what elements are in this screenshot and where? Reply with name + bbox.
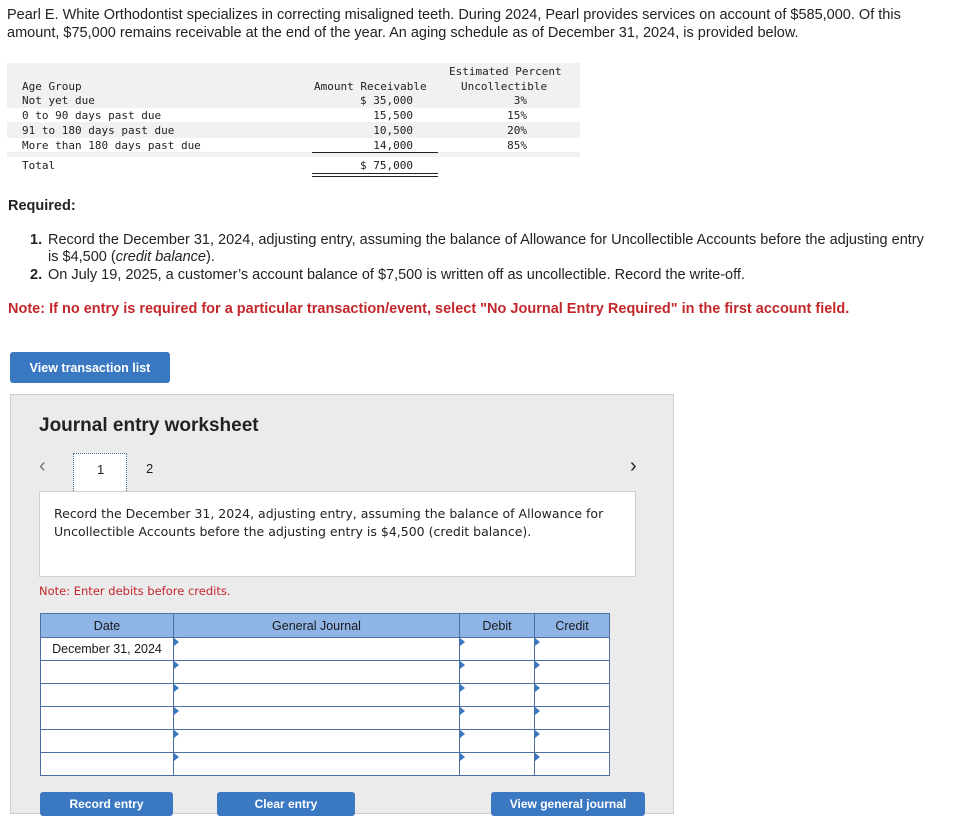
requirement-text-end: ). [206, 249, 215, 265]
account-select[interactable] [173, 752, 460, 776]
aging-percent-cell: 3% [513, 94, 527, 107]
col-header-general-journal: General Journal [173, 613, 460, 638]
account-select[interactable] [173, 706, 460, 730]
journal-row [40, 752, 610, 776]
date-input[interactable] [40, 706, 174, 730]
header-amount-receivable: Amount Receivable [314, 80, 427, 93]
total-double-underline [312, 176, 438, 177]
aging-percent-cell: 20% [507, 124, 527, 137]
debit-input[interactable] [459, 637, 535, 661]
date-input[interactable]: December 31, 2024 [40, 637, 174, 661]
debit-input[interactable] [459, 660, 535, 684]
journal-row [40, 683, 610, 707]
aging-amount-cell: 15,500 [373, 109, 413, 122]
aging-age-cell: 0 to 90 days past due [22, 109, 162, 122]
col-header-credit: Credit [534, 613, 610, 638]
account-select[interactable] [173, 729, 460, 753]
aging-row: More than 180 days past due 14,000 85% [7, 138, 580, 153]
required-heading: Required: [8, 198, 76, 214]
aging-row: Not yet due $ 35,000 3% [7, 93, 580, 108]
debits-note: Note: Enter debits before credits. [39, 584, 231, 598]
view-general-journal-button[interactable]: View general journal [491, 792, 645, 816]
record-entry-button[interactable]: Record entry [40, 792, 173, 816]
col-header-date: Date [40, 613, 174, 638]
requirement-text: On July 19, 2025, a customer’s account b… [48, 267, 745, 283]
aging-total-row: Total $ 75,000 [7, 157, 580, 177]
view-transaction-list-button[interactable]: View transaction list [10, 352, 170, 383]
aging-age-cell: Not yet due [22, 94, 95, 107]
chevron-right-icon[interactable]: › [630, 455, 637, 478]
aging-amount-cell: $ 35,000 [360, 94, 413, 107]
debit-input[interactable] [459, 683, 535, 707]
date-input[interactable] [40, 660, 174, 684]
aging-percent-cell: 85% [507, 139, 527, 152]
header-uncollectible: Uncollectible [461, 80, 548, 93]
journal-row [40, 706, 610, 730]
date-input[interactable] [40, 729, 174, 753]
col-header-debit: Debit [459, 613, 535, 638]
credit-input[interactable] [534, 637, 610, 661]
debit-input[interactable] [459, 706, 535, 730]
chevron-left-icon[interactable]: ‹ [39, 455, 46, 478]
aging-amount-cell: 10,500 [373, 124, 413, 137]
journal-entry-worksheet: Journal entry worksheet ‹ 1 2 › Record t… [10, 394, 674, 814]
journal-row: December 31, 2024 [40, 637, 610, 661]
total-double-underline [312, 173, 438, 174]
page-tab-label: 1 [97, 462, 105, 477]
problem-intro: Pearl E. White Orthodontist specializes … [7, 7, 901, 41]
aging-age-cell: 91 to 180 days past due [22, 124, 175, 137]
aging-amount-cell: 14,000 [373, 139, 413, 152]
requirements-list: 1. Record the December 31, 2024, adjusti… [30, 232, 930, 285]
total-amount: $ 75,000 [360, 159, 413, 172]
aging-row: 91 to 180 days past due 10,500 20% [7, 123, 580, 138]
worksheet-title: Journal entry worksheet [39, 415, 259, 436]
aging-age-cell: More than 180 days past due [22, 139, 201, 152]
header-age-group: Age Group [22, 80, 82, 93]
journal-row [40, 660, 610, 684]
subtotal-underline [312, 152, 438, 153]
account-select[interactable] [173, 660, 460, 684]
page-tab-1[interactable]: 1 [73, 453, 127, 495]
account-select[interactable] [173, 637, 460, 661]
credit-input[interactable] [534, 752, 610, 776]
credit-input[interactable] [534, 683, 610, 707]
requirement-italic: credit balance [115, 249, 206, 265]
journal-row [40, 729, 610, 753]
credit-input[interactable] [534, 706, 610, 730]
debit-input[interactable] [459, 752, 535, 776]
requirement-number: 2. [30, 267, 43, 283]
requirement-item: 1. Record the December 31, 2024, adjusti… [30, 232, 930, 266]
requirement-item: 2. On July 19, 2025, a customer’s accoun… [30, 267, 930, 284]
instruction-note: Note: If no entry is required for a part… [8, 301, 850, 317]
total-label: Total [22, 159, 56, 172]
header-estimated-percent: Estimated Percent [449, 65, 562, 78]
journal-table: Date General Journal Debit Credit Decemb… [40, 613, 610, 776]
account-select[interactable] [173, 683, 460, 707]
aging-percent-cell: 15% [507, 109, 527, 122]
requirement-number: 1. [30, 232, 43, 248]
entry-description: Record the December 31, 2024, adjusting … [39, 491, 636, 577]
aging-row: 0 to 90 days past due 15,500 15% [7, 108, 580, 123]
date-input[interactable] [40, 752, 174, 776]
clear-entry-button[interactable]: Clear entry [217, 792, 355, 816]
page-tab-2[interactable]: 2 [146, 461, 153, 476]
debit-input[interactable] [459, 729, 535, 753]
credit-input[interactable] [534, 660, 610, 684]
date-input[interactable] [40, 683, 174, 707]
credit-input[interactable] [534, 729, 610, 753]
